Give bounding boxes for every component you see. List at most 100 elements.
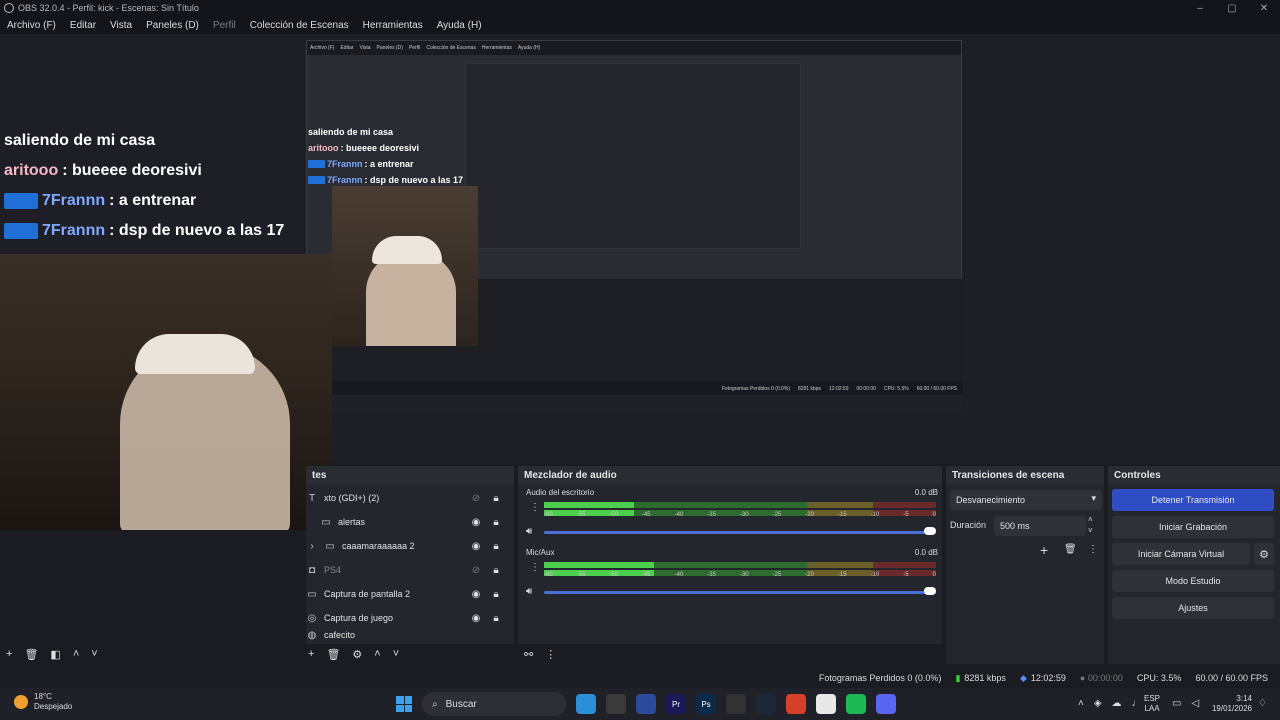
menu-archivo[interactable]: Archivo (F) [0, 20, 63, 31]
chevron-up-icon[interactable]: ˄ [374, 648, 380, 660]
nested-menu-item: Herramientas [481, 45, 512, 51]
transition-menu-icon[interactable]: ⋮ [1088, 544, 1098, 555]
chevron-down-icon[interactable]: ˅ [393, 648, 399, 660]
start-recording-button[interactable]: Iniciar Grabación [1112, 516, 1274, 538]
nested-menu-item: Archivo (F) [310, 45, 335, 51]
network-icon[interactable]: ▭ [1172, 698, 1181, 709]
source-item[interactable]: › ▭ caaamaraaaaaa 2 ◉ 🔒︎ [306, 534, 506, 558]
duration-input[interactable]: 500 ms [994, 516, 1086, 536]
clock[interactable]: 3:14 19/01/2026 [1206, 694, 1252, 714]
maximize-button[interactable]: ▢ [1216, 0, 1248, 16]
source-item[interactable]: ◎ Captura de juego ◉ 🔒︎ [306, 606, 506, 630]
eye-icon[interactable]: ◉ [466, 613, 486, 624]
trash-icon[interactable]: 🗑︎ [24, 648, 38, 661]
microphone-icon[interactable]: ♩ [1132, 698, 1142, 709]
language-indicator[interactable]: ESP LAA [1144, 694, 1160, 714]
epic-games-icon[interactable] [726, 694, 746, 714]
source-item[interactable]: ◘ PS4 ⊘ 🔒︎ [306, 558, 506, 582]
studio-mode-button[interactable]: Modo Estudio [1112, 570, 1274, 592]
app-icon[interactable] [606, 694, 626, 714]
add-transition-icon[interactable]: + [1040, 542, 1048, 558]
taskbar-search[interactable]: ⌕ Buscar [422, 692, 566, 716]
menu-paneles[interactable]: Paneles (D) [139, 20, 206, 31]
menu-coleccion-escenas[interactable]: Colección de Escenas [243, 20, 356, 31]
minimize-button[interactable]: – [1184, 0, 1216, 16]
lock-icon[interactable]: 🔒︎ [486, 541, 506, 552]
virtual-camera-button[interactable]: Iniciar Cámara Virtual [1112, 543, 1250, 565]
transitions-dock-title: Transiciones de escena [952, 469, 1065, 481]
lock-icon[interactable]: 🔒︎ [486, 493, 506, 504]
menu-editar[interactable]: Editar [63, 20, 103, 31]
premiere-icon[interactable]: Pr [666, 694, 686, 714]
source-item[interactable]: ▭ Captura de pantalla 2 ◉ 🔒︎ [306, 582, 506, 606]
scale-tick: -55 [576, 572, 586, 578]
menu-ayuda[interactable]: Ayuda (H) [430, 20, 489, 31]
eye-hidden-icon[interactable]: ⊘ [466, 493, 486, 504]
chevron-right-icon[interactable]: › [306, 540, 318, 552]
menu-perfil[interactable]: Perfil [206, 20, 243, 31]
chrome-icon[interactable] [816, 694, 836, 714]
close-button[interactable]: ✕ [1248, 0, 1280, 16]
discord-icon[interactable] [876, 694, 896, 714]
slider-track[interactable] [544, 591, 936, 594]
more-icon[interactable]: ⋮ [545, 648, 556, 661]
track-menu-icon[interactable]: ⋮ [530, 562, 540, 573]
lock-icon[interactable]: 🔒︎ [486, 517, 506, 528]
trash-icon[interactable]: 🗑︎ [1064, 544, 1077, 555]
chat-user: 7Frannn [42, 192, 106, 209]
chevron-down-icon[interactable]: ˅ [91, 648, 97, 660]
stop-stream-button[interactable]: Detener Transmisión [1112, 489, 1274, 511]
source-item[interactable]: ◍ cafecito [306, 630, 506, 640]
source-item[interactable]: Txto (GDI+) (2) ⊘ 🔒︎ [306, 486, 506, 510]
speaker-icon[interactable]: 🔊︎ [526, 526, 532, 537]
chevron-up-icon[interactable]: ˄ [73, 648, 79, 660]
add-icon[interactable]: + [6, 648, 12, 660]
lock-icon[interactable]: 🔒︎ [486, 565, 506, 576]
scale-tick: -10 [870, 512, 880, 518]
window-controls: – ▢ ✕ [1184, 0, 1280, 16]
transition-select[interactable]: Desvanecimiento ▾ [950, 490, 1102, 510]
rec-time: ● 00:00:00 [1080, 673, 1123, 683]
menu-vista[interactable]: Vista [103, 20, 139, 31]
slider-knob[interactable] [924, 587, 936, 595]
volume-slider-mic[interactable]: 🔊︎ [522, 584, 938, 600]
transitions-dock-header: Transiciones de escena [946, 466, 1104, 484]
spotify-icon[interactable] [846, 694, 866, 714]
menu-herramientas[interactable]: Herramientas [356, 20, 430, 31]
weather-widget[interactable]: 18°C Despejado [14, 692, 72, 712]
lock-icon[interactable]: 🔒︎ [486, 613, 506, 624]
eye-icon[interactable]: ◉ [466, 517, 486, 528]
speaker-icon[interactable]: 🔊︎ [526, 586, 532, 597]
filter-icon[interactable]: ◧ [50, 648, 60, 661]
eye-icon[interactable]: ◉ [466, 541, 486, 552]
tray-app-icon[interactable]: ◈ [1094, 698, 1102, 709]
cloud-icon[interactable]: ☁ [1112, 698, 1122, 709]
slider-knob[interactable] [924, 527, 936, 535]
settings-button[interactable]: Ajustes [1112, 597, 1274, 619]
track-menu-icon[interactable]: ⋮ [530, 502, 540, 513]
eye-icon[interactable]: ◉ [466, 589, 486, 600]
photoshop-icon[interactable]: Ps [696, 694, 716, 714]
duration-spinner[interactable]: ˄ ˅ [1088, 514, 1093, 536]
notification-icon[interactable]: ♢ [1258, 698, 1267, 709]
meter-level [544, 562, 654, 568]
volume-slider-desktop[interactable]: 🔊︎ [522, 524, 938, 540]
app-icon[interactable] [636, 694, 656, 714]
gear-icon[interactable]: ⚙ [1254, 543, 1274, 565]
gear-icon[interactable]: ⚙ [352, 648, 362, 661]
add-icon[interactable]: + [308, 648, 314, 660]
windows-start-icon[interactable] [396, 696, 412, 712]
lock-icon[interactable]: 🔒︎ [486, 589, 506, 600]
link-icon[interactable]: ⚯ [524, 648, 533, 661]
scale-tick: 0 [932, 512, 936, 518]
volume-icon[interactable]: ◁ [1191, 698, 1199, 709]
source-item[interactable]: ▭ alertas ◉ 🔒︎ [306, 510, 506, 534]
app-icon[interactable] [576, 694, 596, 714]
brave-icon[interactable] [786, 694, 806, 714]
slider-track[interactable] [544, 531, 936, 534]
eye-hidden-icon[interactable]: ⊘ [466, 565, 486, 576]
chevron-up-icon[interactable]: ˄ [1078, 698, 1084, 709]
trash-icon[interactable]: 🗑︎ [326, 648, 340, 661]
steam-icon[interactable] [756, 694, 776, 714]
bitrate-value: 8281 kbps [964, 672, 1006, 683]
